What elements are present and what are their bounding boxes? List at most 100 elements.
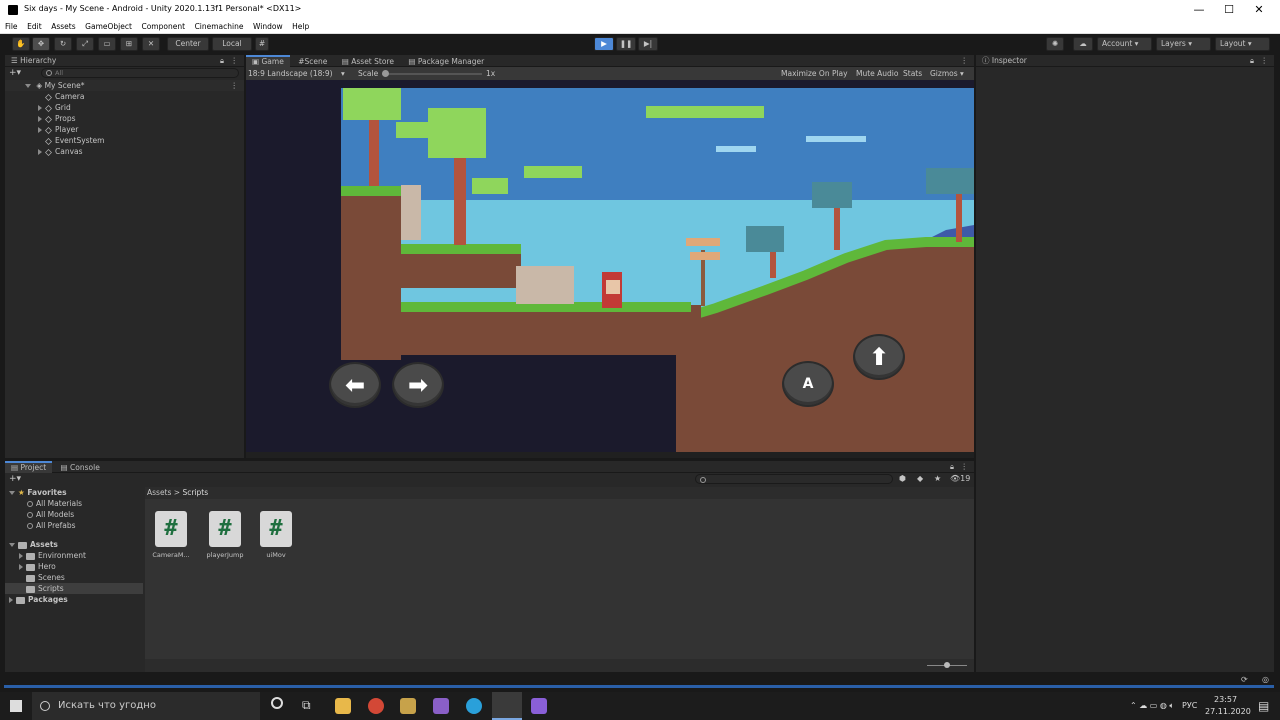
left-arrow-button[interactable]: ⬅ (329, 362, 381, 408)
script-asset[interactable]: # playerJump (207, 511, 246, 559)
tray-icons[interactable]: ⌃ ☁ ▭ ◍ 🔈︎ (1130, 701, 1174, 711)
tab-project[interactable]: ▤ Project (5, 461, 53, 473)
hidden-packages-toggle[interactable]: 👁︎19 (950, 474, 970, 483)
favorite-item[interactable]: All Materials (5, 498, 82, 509)
game-view-scrollbar[interactable] (246, 452, 974, 458)
expand-icon[interactable] (19, 553, 23, 559)
hierarchy-item[interactable]: Props (5, 113, 76, 124)
custom-tool-icon[interactable]: ✕ (142, 37, 160, 51)
expand-icon[interactable] (38, 127, 42, 133)
asset-folder-item-selected[interactable]: Scripts (5, 583, 143, 594)
project-search-input[interactable] (695, 474, 893, 484)
more-icon[interactable]: ⋮ (961, 461, 969, 473)
tab-game[interactable]: ▣ Game (246, 55, 290, 67)
hierarchy-item[interactable]: Grid (5, 102, 71, 113)
app-icon[interactable] (400, 698, 416, 714)
mute-audio-toggle[interactable]: Mute Audio (856, 67, 898, 80)
rotate-tool-icon[interactable]: ↻ (54, 37, 72, 51)
right-arrow-button[interactable]: ➡ (392, 362, 444, 408)
hand-tool-icon[interactable]: ✋ (12, 37, 30, 51)
packages-row[interactable]: Packages (5, 594, 68, 605)
chrome-icon[interactable] (368, 698, 384, 714)
add-icon[interactable]: +▾ (9, 68, 21, 78)
aspect-dropdown[interactable]: 18:9 Landscape (18:9) ▾ (248, 67, 353, 80)
layers-dropdown[interactable]: Layers ▾ (1156, 37, 1211, 51)
filter-type-icon[interactable]: ⬢ (899, 474, 906, 483)
visual-studio-icon[interactable] (531, 698, 547, 714)
unity-taskbar-icon[interactable] (492, 692, 522, 720)
grid-snap-icon[interactable]: # (255, 37, 269, 51)
clock-time[interactable]: 23:57 (1214, 695, 1237, 704)
menu-cinemachine[interactable]: Cinemachine (195, 20, 244, 34)
lock-icon[interactable]: 🔒︎ (220, 55, 224, 67)
hierarchy-item[interactable]: Player (5, 124, 78, 135)
expand-icon[interactable] (38, 105, 42, 111)
taskbar-search[interactable]: Искать что угодно (32, 692, 260, 720)
expand-icon[interactable] (25, 84, 31, 88)
menu-assets[interactable]: Assets (51, 20, 75, 34)
filter-label-icon[interactable]: ◆ (917, 474, 923, 483)
assets-row[interactable]: Assets (5, 539, 58, 550)
move-tool-icon[interactable]: ✥ (32, 37, 50, 51)
asset-folder-item[interactable]: Scenes (5, 572, 65, 583)
maximize-on-play-toggle[interactable]: Maximize On Play (781, 67, 848, 80)
status-icon[interactable]: ⟳ (1241, 675, 1248, 684)
expand-icon[interactable] (9, 543, 15, 547)
pivot-center-button[interactable]: Center (167, 37, 209, 51)
expand-icon[interactable] (38, 149, 42, 155)
pivot-local-button[interactable]: Local (212, 37, 252, 51)
cloud-icon[interactable]: ☁ (1073, 37, 1093, 51)
status-icon[interactable]: ◎ (1262, 675, 1269, 684)
gizmos-dropdown[interactable]: Gizmos ▾ (930, 67, 964, 80)
script-asset[interactable]: # CameraM... (152, 511, 192, 559)
asset-folder-item[interactable]: Environment (5, 550, 86, 561)
game-view[interactable]: ⬅ ➡ A ⬆ (246, 80, 974, 458)
asset-folder-item[interactable]: Hero (5, 561, 56, 572)
expand-icon[interactable] (9, 491, 15, 495)
expand-icon[interactable] (38, 116, 42, 122)
more-icon[interactable]: ⋮ (231, 55, 239, 67)
file-explorer-icon[interactable] (335, 698, 351, 714)
scene-row[interactable]: ◈ My Scene* ⋮ (5, 80, 244, 91)
cortana-icon[interactable] (271, 697, 283, 709)
tab-hierarchy[interactable]: ☰ Hierarchy (5, 55, 62, 67)
step-button[interactable]: ▶| (638, 37, 658, 51)
lock-icon[interactable]: 🔒︎ (1250, 55, 1254, 67)
close-icon[interactable]: ✕ (1236, 2, 1280, 18)
clock-date[interactable]: 27.11.2020 (1205, 707, 1251, 716)
hierarchy-item[interactable]: EventSystem (5, 135, 104, 146)
menu-help[interactable]: Help (292, 20, 309, 34)
add-icon[interactable]: +▾ (9, 474, 21, 484)
favorite-star-icon[interactable]: ★ (934, 474, 941, 483)
app-icon[interactable] (433, 698, 449, 714)
breadcrumb-current[interactable]: Scripts (182, 488, 208, 497)
menu-window[interactable]: Window (253, 20, 283, 34)
menu-edit[interactable]: Edit (27, 20, 42, 34)
script-asset[interactable]: # uiMov (260, 511, 297, 559)
scene-menu-icon[interactable]: ⋮ (231, 80, 239, 91)
layout-dropdown[interactable]: Layout ▾ (1215, 37, 1270, 51)
jump-up-button[interactable]: ⬆ (853, 334, 905, 380)
action-a-button[interactable]: A (782, 361, 834, 407)
play-button[interactable]: ▶ (594, 37, 614, 51)
lock-icon[interactable]: 🔒︎ (950, 461, 954, 473)
icon-size-slider-handle[interactable] (944, 662, 950, 668)
telegram-icon[interactable] (466, 698, 482, 714)
favorite-item[interactable]: All Prefabs (5, 520, 76, 531)
collab-icon[interactable]: ✺ (1046, 37, 1064, 51)
stats-toggle[interactable]: Stats (903, 67, 922, 80)
more-icon[interactable]: ⋮ (961, 55, 969, 67)
hierarchy-item[interactable]: Camera (5, 91, 84, 102)
more-icon[interactable]: ⋮ (1261, 55, 1269, 67)
windows-start-icon[interactable] (10, 700, 22, 712)
hierarchy-item[interactable]: Canvas (5, 146, 83, 157)
language-indicator[interactable]: РУС (1182, 701, 1197, 710)
notification-icon[interactable]: ▤ (1258, 699, 1269, 713)
breadcrumb-root[interactable]: Assets (147, 488, 171, 497)
favorite-item[interactable]: All Models (5, 509, 74, 520)
favorites-row[interactable]: ★ Favorites (5, 487, 67, 498)
pause-button[interactable]: ❚❚ (616, 37, 636, 51)
scale-slider-handle[interactable] (382, 70, 389, 77)
expand-icon[interactable] (9, 597, 13, 603)
scale-slider[interactable] (382, 73, 482, 75)
